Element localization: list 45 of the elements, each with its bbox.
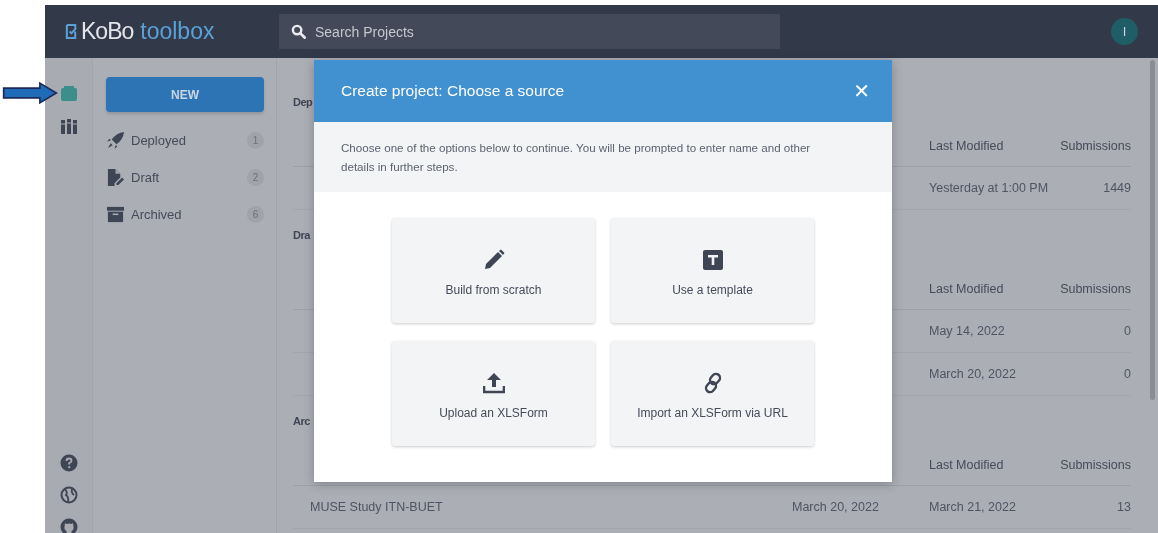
column-header[interactable]: Submissions xyxy=(1051,282,1131,296)
table-cell: 1449 xyxy=(1103,181,1131,195)
scrollbar[interactable] xyxy=(1150,60,1155,400)
kobo-toolbox-logo[interactable]: KoBo toolbox xyxy=(65,18,279,45)
upload-icon xyxy=(482,372,505,394)
section-title: Dep xyxy=(293,95,313,110)
help-icon[interactable] xyxy=(59,454,78,472)
option-card[interactable]: Import an XLSForm via URL xyxy=(611,341,814,446)
library-icon[interactable] xyxy=(59,117,78,135)
option-card[interactable]: Use a template xyxy=(611,218,814,323)
close-button[interactable]: ✕ xyxy=(849,79,874,103)
sidebar-item[interactable]: Deployed xyxy=(131,133,241,148)
option-card[interactable]: Build from scratch xyxy=(392,218,595,323)
document-pencil-icon xyxy=(106,168,125,187)
modal-title: Create project: Choose a source xyxy=(341,82,565,100)
section-title: Dra xyxy=(293,228,310,243)
rocket-icon xyxy=(106,131,125,150)
option-card[interactable]: Upload an XLSForm xyxy=(392,341,595,446)
template-icon xyxy=(701,249,724,271)
column-header[interactable]: Last Modified xyxy=(929,139,1051,153)
table-cell: 0 xyxy=(1124,367,1131,381)
table-cell: May 14, 2022 xyxy=(929,324,1005,338)
github-icon[interactable] xyxy=(59,518,78,533)
modal-description: Choose one of the options below to continue. You will be prompted to enter name and other details in further steps. xyxy=(341,140,812,175)
table-cell: March 20, 2022 xyxy=(929,367,1016,381)
sidebar-item[interactable]: Draft xyxy=(131,170,241,185)
table-cell: 13 xyxy=(1117,500,1131,514)
section-title: Arc xyxy=(293,414,310,429)
column-header[interactable]: Submissions xyxy=(1051,458,1131,472)
search-field[interactable]: Search Projects xyxy=(279,14,780,49)
table-cell: March 20, 2022 xyxy=(792,500,879,514)
arrow-annotation xyxy=(2,79,58,107)
pencil-icon xyxy=(482,249,505,271)
column-header[interactable]: Last Modified xyxy=(929,458,1051,472)
column-header[interactable]: Submissions xyxy=(1051,139,1131,153)
globe-icon[interactable] xyxy=(59,486,78,504)
new-button[interactable]: NEW xyxy=(106,77,264,112)
column-header[interactable]: Last Modified xyxy=(929,282,1051,296)
user-avatar[interactable]: I xyxy=(1111,18,1138,45)
project-name[interactable]: MUSE Study ITN-BUET xyxy=(293,500,443,514)
archive-box-icon xyxy=(106,205,125,224)
table-cell: 0 xyxy=(1124,324,1131,338)
table-cell: March 21, 2022 xyxy=(929,500,1016,514)
sidebar-item[interactable]: Archived xyxy=(131,207,241,222)
table-cell: Yesterday at 1:00 PM xyxy=(929,181,1049,195)
